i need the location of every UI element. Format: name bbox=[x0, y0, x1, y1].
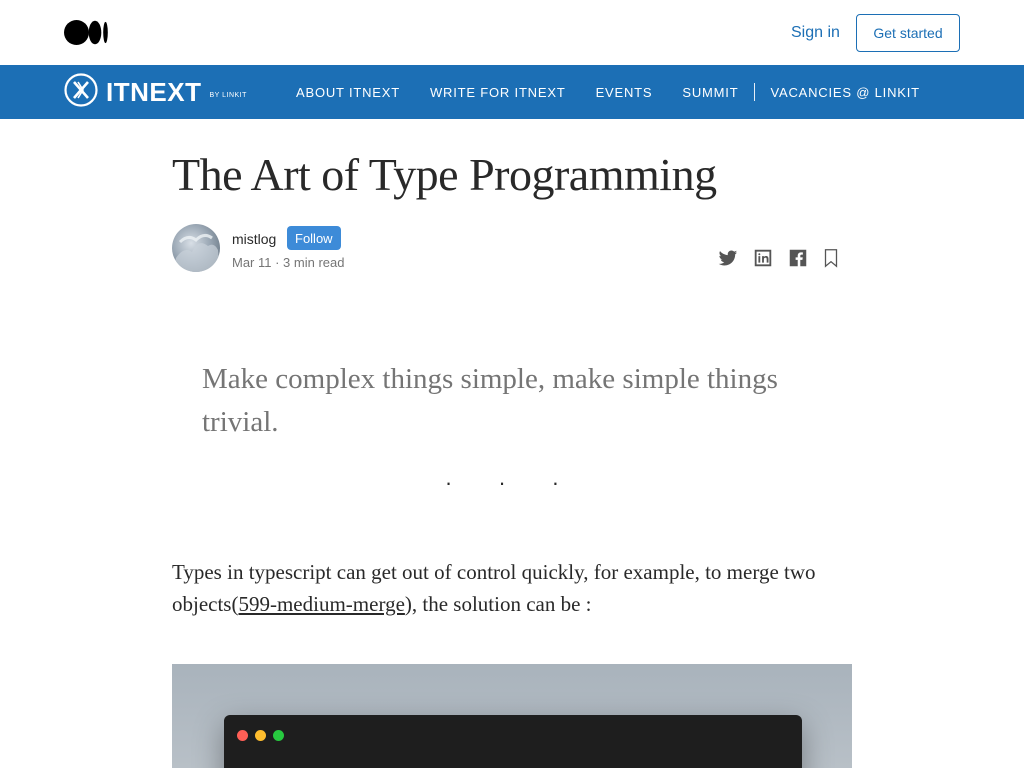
publication-logo[interactable]: ITNEXT BY LINKIT bbox=[64, 72, 247, 112]
nav-events[interactable]: EVENTS bbox=[596, 85, 653, 100]
section-separator: · · · bbox=[444, 470, 580, 495]
nav-write-for-itnext[interactable]: WRITE FOR ITNEXT bbox=[430, 85, 566, 100]
pull-quote: Make complex things simple, make simple … bbox=[202, 363, 778, 438]
window-close-dot bbox=[237, 730, 248, 741]
top-header: Sign in Get started bbox=[0, 0, 1024, 65]
linkedin-icon[interactable] bbox=[752, 247, 774, 269]
publication-nav-links: ABOUT ITNEXT WRITE FOR ITNEXT EVENTS SUM… bbox=[296, 65, 950, 119]
nav-vacancies-linkit[interactable]: VACANCIES @ LINKIT bbox=[770, 85, 919, 100]
paragraph-text-end: ), the solution can be : bbox=[404, 592, 592, 616]
publication-name: ITNEXT bbox=[106, 76, 202, 107]
itnext-logo-icon bbox=[64, 72, 98, 112]
window-minimize-dot bbox=[255, 730, 266, 741]
article-paragraph: Types in typescript can get out of contr… bbox=[172, 556, 862, 620]
nav-divider bbox=[754, 83, 756, 101]
author-avatar[interactable] bbox=[172, 224, 220, 272]
facebook-icon[interactable] bbox=[787, 247, 809, 269]
nav-about-itnext[interactable]: ABOUT ITNEXT bbox=[296, 85, 400, 100]
get-started-button[interactable]: Get started bbox=[856, 14, 960, 52]
article-meta: Mar 11 · 3 min read bbox=[232, 255, 345, 270]
code-screenshot-image bbox=[172, 664, 852, 768]
bookmark-icon[interactable] bbox=[820, 247, 842, 269]
author-name[interactable]: mistlog bbox=[232, 231, 276, 247]
follow-button[interactable]: Follow bbox=[287, 226, 341, 250]
window-maximize-dot bbox=[273, 730, 284, 741]
nav-summit[interactable]: SUMMIT bbox=[682, 85, 738, 100]
code-window bbox=[224, 715, 802, 768]
merge-link[interactable]: 599-medium-merge bbox=[238, 592, 404, 616]
publication-nav: ITNEXT BY LINKIT ABOUT ITNEXT WRITE FOR … bbox=[0, 65, 1024, 119]
twitter-icon[interactable] bbox=[717, 247, 739, 269]
publication-sub: BY LINKIT bbox=[209, 91, 247, 99]
sign-in-link[interactable]: Sign in bbox=[791, 24, 840, 42]
medium-logo-icon[interactable] bbox=[64, 20, 109, 45]
article-title: The Art of Type Programming bbox=[172, 149, 717, 200]
